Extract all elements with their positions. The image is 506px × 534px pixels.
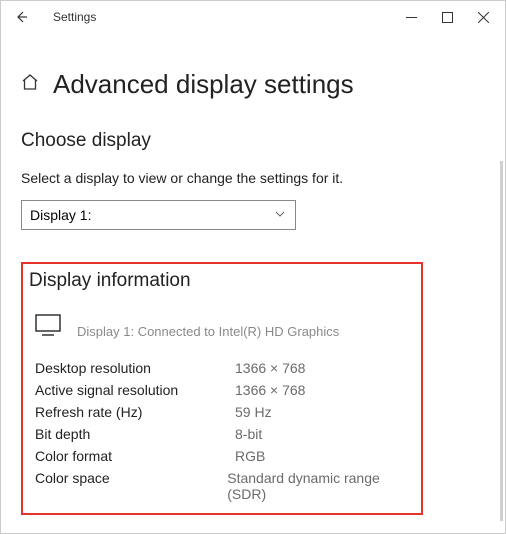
display-information-title: Display information xyxy=(29,270,415,292)
page-header: Advanced display settings xyxy=(21,69,485,100)
content-area: Advanced display settings Choose display… xyxy=(1,33,505,515)
spec-value: 8-bit xyxy=(235,426,262,442)
display-select-value: Display 1: xyxy=(30,207,91,223)
spec-row: Active signal resolution 1366 × 768 xyxy=(29,379,415,401)
home-icon xyxy=(21,73,39,96)
display-information-box: Display information Display 1: Connected… xyxy=(21,262,423,515)
spec-label: Bit depth xyxy=(35,426,235,442)
titlebar: Settings xyxy=(1,1,505,33)
close-icon xyxy=(478,12,489,23)
spec-value: 1366 × 768 xyxy=(235,360,305,376)
spec-label: Desktop resolution xyxy=(35,360,235,376)
spec-label: Color space xyxy=(35,470,227,502)
choose-display-desc: Select a display to view or change the s… xyxy=(21,170,485,186)
window-title: Settings xyxy=(53,10,96,24)
display-select[interactable]: Display 1: xyxy=(21,200,296,230)
maximize-icon xyxy=(442,12,453,23)
spec-row: Bit depth 8-bit xyxy=(29,423,415,445)
scrollbar[interactable] xyxy=(500,161,503,521)
connected-display-row: Display 1: Connected to Intel(R) HD Grap… xyxy=(29,314,415,341)
monitor-icon xyxy=(35,314,61,341)
minimize-button[interactable] xyxy=(393,2,429,32)
spec-row: Refresh rate (Hz) 59 Hz xyxy=(29,401,415,423)
spec-row: Color format RGB xyxy=(29,445,415,467)
back-button[interactable] xyxy=(5,1,37,33)
spec-label: Active signal resolution xyxy=(35,382,235,398)
spec-value: 59 Hz xyxy=(235,404,272,420)
back-arrow-icon xyxy=(13,9,29,25)
spec-row: Color space Standard dynamic range (SDR) xyxy=(29,467,415,505)
maximize-button[interactable] xyxy=(429,2,465,32)
spec-label: Refresh rate (Hz) xyxy=(35,404,235,420)
spec-row: Desktop resolution 1366 × 768 xyxy=(29,357,415,379)
minimize-icon xyxy=(406,12,417,23)
page-title: Advanced display settings xyxy=(53,69,354,100)
chevron-down-icon xyxy=(273,207,287,224)
settings-window: Settings xyxy=(0,0,506,534)
spec-value: Standard dynamic range (SDR) xyxy=(227,470,415,502)
window-controls xyxy=(393,2,501,32)
spec-value: 1366 × 768 xyxy=(235,382,305,398)
connected-display-text: Display 1: Connected to Intel(R) HD Grap… xyxy=(77,324,339,339)
choose-display-title: Choose display xyxy=(21,130,485,152)
spec-label: Color format xyxy=(35,448,235,464)
close-button[interactable] xyxy=(465,2,501,32)
spec-value: RGB xyxy=(235,448,265,464)
